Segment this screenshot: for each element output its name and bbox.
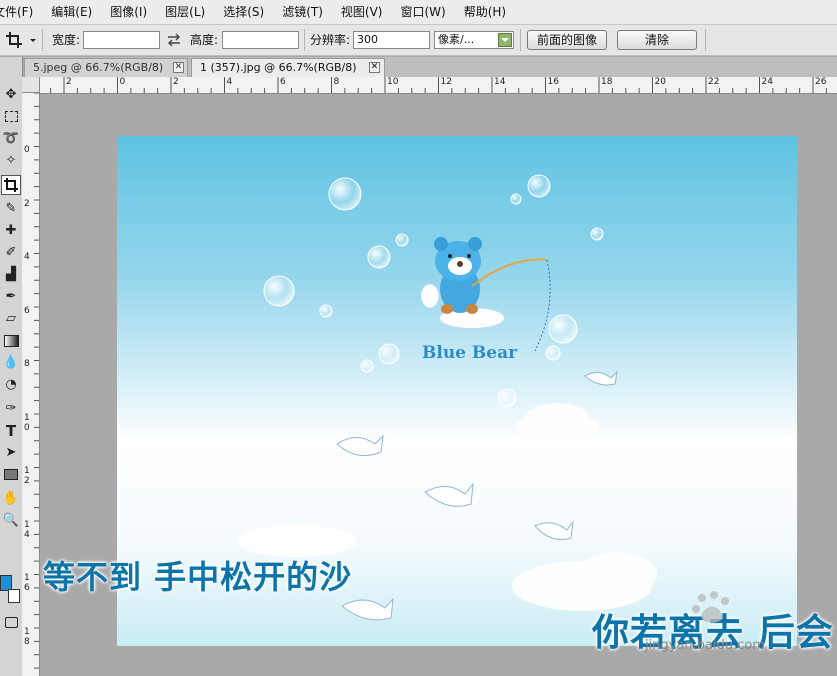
chevron-down-icon — [498, 33, 512, 47]
shape-tool-icon[interactable] — [1, 465, 21, 485]
crop-tool-icon[interactable] — [1, 175, 21, 195]
width-input[interactable] — [83, 31, 160, 49]
hand-tool-icon[interactable]: ✋ — [1, 489, 21, 509]
crop-tool-preset-icon[interactable] — [4, 30, 38, 50]
ruler-label: 18 — [601, 77, 613, 87]
height-label: 高度: — [190, 33, 219, 47]
ruler-label: 1 2 — [24, 466, 30, 486]
resolution-unit-value: 像素/... — [438, 33, 475, 46]
options-separator — [42, 29, 43, 51]
options-separator — [705, 29, 706, 51]
menu-window[interactable]: 窗口(W) — [391, 0, 454, 24]
ruler-label: 8 — [333, 77, 340, 87]
ruler-label: 1 4 — [24, 519, 30, 540]
ruler-label: 4 — [24, 252, 30, 262]
menu-file[interactable]: 文件(F) — [0, 0, 42, 24]
ruler-label: 6 — [280, 77, 286, 87]
clone-stamp-tool-icon[interactable]: ▟ — [1, 265, 21, 285]
quick-mask-icon[interactable] — [1, 613, 21, 633]
ruler-label: 22 — [708, 77, 720, 87]
horizontal-ruler[interactable]: 2 0 2 4 6 8 10 12 14 16 18 20 22 24 26 — [40, 77, 837, 94]
move-tool-icon[interactable]: ✥ — [1, 85, 21, 105]
path-selection-tool-icon[interactable]: ➤ — [1, 443, 21, 463]
zoom-tool-icon[interactable]: 🔍 — [1, 511, 21, 531]
tab-1-357-jpg[interactable]: 1 (357).jpg @ 66.7%(RGB/8) ✕ — [191, 58, 385, 77]
menu-help[interactable]: 帮助(H) — [455, 0, 515, 24]
menu-layer[interactable]: 图层(L) — [156, 0, 214, 24]
ruler-label: 2 — [66, 77, 72, 87]
menu-bar: 文件(F) 编辑(E) 图像(I) 图层(L) 选择(S) 滤镜(T) 视图(V… — [0, 0, 837, 25]
ruler-label: 1 6 — [24, 573, 30, 593]
menu-image[interactable]: 图像(I) — [101, 0, 156, 24]
menu-view[interactable]: 视图(V) — [332, 0, 392, 24]
tab-5-jpeg[interactable]: 5.jpeg @ 66.7%(RGB/8) ✕ — [24, 58, 188, 77]
type-tool-icon[interactable]: T — [1, 421, 21, 441]
width-label: 宽度: — [52, 33, 81, 47]
ruler-label: 1 8 — [24, 626, 30, 647]
ruler-label: 20 — [654, 77, 666, 87]
ruler-label: 6 — [24, 305, 30, 316]
ruler-label: 2 — [24, 198, 30, 209]
close-icon[interactable]: ✕ — [369, 62, 380, 73]
brush-tool-icon[interactable]: ✐ — [1, 243, 21, 263]
tab-label: 5.jpeg @ 66.7%(RGB/8) — [33, 61, 164, 74]
document-tab-bar: 5.jpeg @ 66.7%(RGB/8) ✕ 1 (357).jpg @ 66… — [24, 57, 837, 77]
eraser-tool-icon[interactable]: ▱ — [1, 309, 21, 329]
blur-tool-icon[interactable]: 💧 — [1, 353, 21, 373]
baidu-logo-watermark — [688, 588, 738, 628]
dodge-tool-icon[interactable]: ◔ — [1, 375, 21, 395]
ruler-label: 10 — [387, 77, 399, 87]
ruler-origin[interactable] — [22, 77, 40, 93]
resolution-unit-select[interactable]: 像素/... — [434, 31, 514, 49]
menu-select[interactable]: 选择(S) — [214, 0, 273, 24]
magic-wand-tool-icon[interactable]: ✧ — [1, 151, 21, 171]
ruler-label: 16 — [547, 77, 559, 87]
ruler-label: 0 — [24, 145, 30, 155]
options-separator — [520, 29, 521, 51]
lyric-line-1: 等不到 手中松开的沙 — [43, 558, 353, 596]
ruler-label: 24 — [761, 77, 773, 87]
ruler-label: 4 — [226, 77, 233, 87]
options-bar: 宽度: 高度: 分辨率: 300 像素/... 前面的图像 清除 — [0, 25, 837, 56]
tab-label: 1 (357).jpg @ 66.7%(RGB/8) — [200, 61, 357, 74]
history-brush-tool-icon[interactable]: ✒ — [1, 287, 21, 307]
close-icon[interactable]: ✕ — [173, 62, 184, 73]
pen-tool-icon[interactable]: ✑ — [1, 399, 21, 419]
options-separator — [304, 29, 305, 51]
toolbox: ✥ ➰ ✧ ✎ ✚ ✐ ▟ ✒ ▱ 💧 ◔ ✑ T ➤ ✋ 🔍 — [0, 57, 23, 676]
menu-filter[interactable]: 滤镜(T) — [273, 0, 332, 24]
ruler-label: 8 — [24, 359, 30, 369]
background-color-swatch[interactable] — [8, 589, 20, 603]
ruler-label: 12 — [440, 77, 452, 87]
clear-button[interactable]: 清除 — [617, 30, 697, 50]
bear-illustration — [420, 237, 551, 352]
resolution-input[interactable]: 300 — [353, 31, 430, 49]
front-image-button[interactable]: 前面的图像 — [527, 30, 607, 50]
height-input[interactable] — [222, 31, 299, 49]
ruler-label: 2 — [173, 77, 179, 87]
eyedropper-tool-icon[interactable]: ✎ — [1, 199, 21, 219]
ruler-label: 1 0 — [24, 412, 30, 433]
lasso-tool-icon[interactable]: ➰ — [1, 129, 21, 149]
healing-brush-tool-icon[interactable]: ✚ — [1, 221, 21, 241]
blue-bear-brand-text: Blue Bear — [422, 343, 518, 363]
gradient-tool-icon[interactable] — [1, 331, 21, 351]
ruler-label: 14 — [494, 77, 506, 87]
resolution-label: 分辨率: — [310, 33, 351, 47]
marquee-tool-icon[interactable] — [1, 107, 21, 127]
swap-dimensions-icon[interactable] — [166, 33, 182, 47]
ruler-label: 26 — [815, 77, 827, 87]
watermark-text: jingyan.baidu.com — [645, 638, 765, 653]
ruler-label: 0 — [119, 77, 126, 87]
menu-edit[interactable]: 编辑(E) — [42, 0, 101, 24]
vertical-ruler[interactable]: 0 2 4 6 8 1 0 1 2 1 4 1 6 1 8 — [22, 93, 40, 676]
